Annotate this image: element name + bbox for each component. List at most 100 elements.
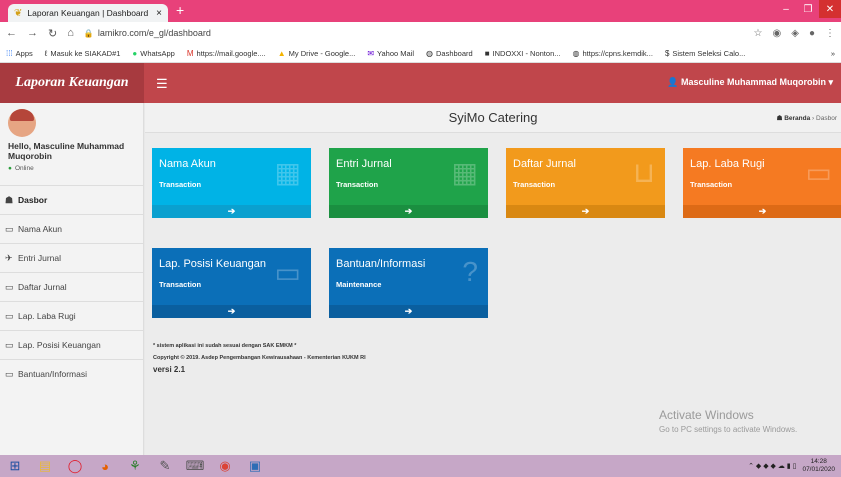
url-field[interactable]: lamikro.com/e_gl/dashboard bbox=[98, 28, 211, 38]
whatsapp-icon: ● bbox=[132, 48, 138, 58]
breadcrumb-current: Dasbor bbox=[816, 115, 837, 122]
close-window-icon[interactable]: ✕ bbox=[819, 0, 841, 18]
box-more-info-link[interactable]: ➔ bbox=[329, 305, 488, 318]
monitor-icon: ▭ bbox=[274, 257, 301, 288]
indoxxi-icon: ■ bbox=[484, 48, 490, 58]
bookmark-item[interactable]: ℓ Masuk ke SIAKAD#1 bbox=[45, 49, 121, 58]
sidebar-item-daftar-jurnal[interactable]: ▭ Daftar Jurnal bbox=[0, 272, 143, 301]
bookmark-item[interactable]: ● WhatsApp bbox=[132, 49, 174, 58]
extension-icon[interactable]: ◉ bbox=[773, 28, 782, 39]
sidebar-item-label: Bantuan/Informasi bbox=[18, 369, 87, 379]
copyright: Copyright © 2019. Asdep Pengembangan Kew… bbox=[153, 355, 366, 361]
box-title: Daftar Jurnal bbox=[513, 158, 576, 170]
sidebar-item-nama-akun[interactable]: ▭ Nama Akun bbox=[0, 214, 143, 243]
sidebar-item-label: Entri Jurnal bbox=[18, 253, 61, 263]
globe-icon: ◍ bbox=[426, 48, 433, 58]
sidebar-item-lap-posisi-keuangan[interactable]: ▭ Lap. Posisi Keuangan bbox=[0, 330, 143, 359]
sidebar-item-lap-laba-rugi[interactable]: ▭ Lap. Laba Rugi bbox=[0, 301, 143, 330]
drive-icon: ▲ bbox=[277, 48, 286, 58]
box-title: Lap. Laba Rugi bbox=[690, 158, 765, 170]
box-more-info-link[interactable]: ➔ bbox=[152, 205, 311, 218]
profile-icon[interactable]: ● bbox=[809, 28, 815, 39]
chrome-icon[interactable]: ◉ bbox=[210, 455, 240, 477]
sidebar-item-label: Lap. Laba Rugi bbox=[18, 311, 76, 321]
bookmarks-more[interactable]: » bbox=[831, 49, 835, 58]
tab-title: Laporan Keuangan | Dashboard bbox=[27, 8, 149, 18]
arrow-circle-right-icon: ➔ bbox=[758, 206, 767, 216]
breadcrumb-separator: › bbox=[812, 115, 815, 122]
opera-icon[interactable]: ◯ bbox=[60, 455, 90, 477]
home-icon[interactable]: ⌂ bbox=[67, 27, 74, 39]
box-more-info-link[interactable]: ➔ bbox=[329, 205, 488, 218]
app-icon[interactable]: ⚘ bbox=[120, 455, 150, 477]
windows-start-icon[interactable]: ⊞ bbox=[0, 455, 30, 477]
sidebar-item-label: Nama Akun bbox=[18, 224, 62, 234]
system-tray: ⌃ ◆ ◆ ◆ ☁ ▮ ▯ 14:28 07/01/2020 bbox=[748, 458, 841, 474]
apps-icon: ⁞⁞⁞ bbox=[6, 48, 13, 58]
sidebar-item-bantuan-informasi[interactable]: ▭ Bantuan/Informasi bbox=[0, 359, 143, 388]
laptop-icon: ▭ bbox=[5, 339, 14, 350]
back-icon[interactable]: ← bbox=[6, 27, 17, 39]
app-icon[interactable]: ▣ bbox=[240, 455, 270, 477]
dashboard-box-bantuan-informasi: Bantuan/Informasi Maintenance? ➔ bbox=[329, 248, 488, 318]
user-icon: 👤 bbox=[667, 77, 681, 87]
bookmark-item[interactable]: Mhttps://mail.google.... bbox=[187, 49, 266, 58]
laptop-icon: ▭ bbox=[5, 310, 14, 321]
box-subtitle: Maintenance bbox=[336, 280, 382, 289]
bookmarks-bar: ⁞⁞⁞ Apps ℓ Masuk ke SIAKAD#1 ● WhatsApp Mht… bbox=[0, 44, 841, 63]
box-more-info-link[interactable]: ➔ bbox=[152, 305, 311, 318]
dashboard-box-lap-laba-rugi: Lap. Laba Rugi Transaction ▭ ➔ bbox=[683, 148, 841, 218]
bookmark-item[interactable]: ✉ Yahoo Mail bbox=[367, 49, 414, 58]
extension-icon[interactable]: ◈ bbox=[791, 28, 799, 39]
sidebar-item-label: Dasbor bbox=[18, 195, 48, 205]
browser-tab[interactable]: ❦ Laporan Keuangan | Dashboard × bbox=[8, 4, 168, 22]
restore-icon[interactable]: ❐ bbox=[797, 0, 819, 18]
bookmark-item[interactable]: ◍ https://cpns.kemdik... bbox=[573, 49, 653, 58]
tab-close-icon[interactable]: × bbox=[156, 8, 162, 19]
dashboard-box-nama-akun: Nama Akun Transaction ▦ ➔ bbox=[152, 148, 311, 218]
minimize-icon[interactable]: – bbox=[775, 0, 797, 18]
app-icon[interactable]: ✎ bbox=[150, 455, 180, 477]
bookmark-item[interactable]: ■ INDOXXI - Nonton... bbox=[485, 49, 561, 58]
box-subtitle: Transaction bbox=[336, 180, 379, 189]
bookmark-item[interactable]: ◍ Dashboard bbox=[426, 49, 473, 58]
box-subtitle: Transaction bbox=[513, 180, 556, 189]
box-more-info-link[interactable]: ➔ bbox=[506, 205, 665, 218]
breadcrumb-home-icon: ☗ bbox=[776, 115, 783, 122]
browser-tab-bar: ❦ Laporan Keuangan | Dashboard × + – ❐ ✕ bbox=[0, 0, 841, 22]
bookmark-item[interactable]: $ Sistem Seleksi Calo... bbox=[665, 49, 745, 58]
dashboard-box-entri-jurnal: Entri Jurnal Transaction ▦ ➔ bbox=[329, 148, 488, 218]
tray-icons[interactable]: ⌃ ◆ ◆ ◆ ☁ ▮ ▯ bbox=[748, 462, 796, 470]
box-title: Lap. Posisi Keuangan bbox=[159, 258, 267, 270]
box-subtitle: Transaction bbox=[159, 180, 202, 189]
address-bar-row: ← → ↻ ⌂ 🔒 lamikro.com/e_gl/dashboard ☆ ◉… bbox=[0, 22, 841, 44]
user-menu[interactable]: 👤 Masculine Muhammad Muqorobin ▾ bbox=[667, 77, 833, 88]
new-tab-button[interactable]: + bbox=[176, 2, 184, 18]
bookmark-item[interactable]: ⁞⁞⁞ Apps bbox=[6, 49, 33, 58]
avatar bbox=[8, 109, 36, 137]
sidebar-item-entri-jurnal[interactable]: ✈ Entri Jurnal bbox=[0, 243, 143, 272]
box-title: Bantuan/Informasi bbox=[336, 258, 426, 270]
sidebar-item-dasbor[interactable]: ☗ Dasbor bbox=[0, 185, 143, 214]
clock[interactable]: 14:28 07/01/2020 bbox=[802, 458, 835, 474]
main-content: SyiMo Catering ☗ Beranda › Dasbor Nama A… bbox=[145, 103, 841, 455]
plane-icon: ✈ bbox=[5, 252, 13, 263]
mail-icon: ✉ bbox=[367, 48, 375, 58]
menu-icon[interactable]: ⋮ bbox=[825, 28, 835, 39]
firefox-icon[interactable]: ◕ bbox=[90, 455, 120, 477]
forward-icon[interactable]: → bbox=[27, 27, 38, 39]
page-title: SyiMo Catering bbox=[448, 110, 538, 125]
breadcrumb: ☗ Beranda › Dasbor bbox=[777, 114, 837, 122]
reload-icon[interactable]: ↻ bbox=[48, 27, 57, 40]
hamburger-menu-icon[interactable]: ☰ bbox=[156, 76, 168, 92]
file-explorer-icon[interactable]: ▤ bbox=[30, 455, 60, 477]
app-brand[interactable]: Laporan Keuangan bbox=[0, 63, 144, 103]
app-icon[interactable]: ⌨ bbox=[180, 455, 210, 477]
link-icon: $ bbox=[664, 48, 670, 58]
bookmark-item[interactable]: ▲ My Drive - Google... bbox=[278, 49, 356, 58]
breadcrumb-home[interactable]: Beranda bbox=[784, 115, 810, 122]
box-more-info-link[interactable]: ➔ bbox=[683, 205, 841, 218]
activate-windows-watermark: Activate Windows Go to PC settings to ac… bbox=[659, 408, 798, 434]
arrow-circle-right-icon: ➔ bbox=[404, 306, 413, 316]
star-icon[interactable]: ☆ bbox=[754, 28, 763, 39]
